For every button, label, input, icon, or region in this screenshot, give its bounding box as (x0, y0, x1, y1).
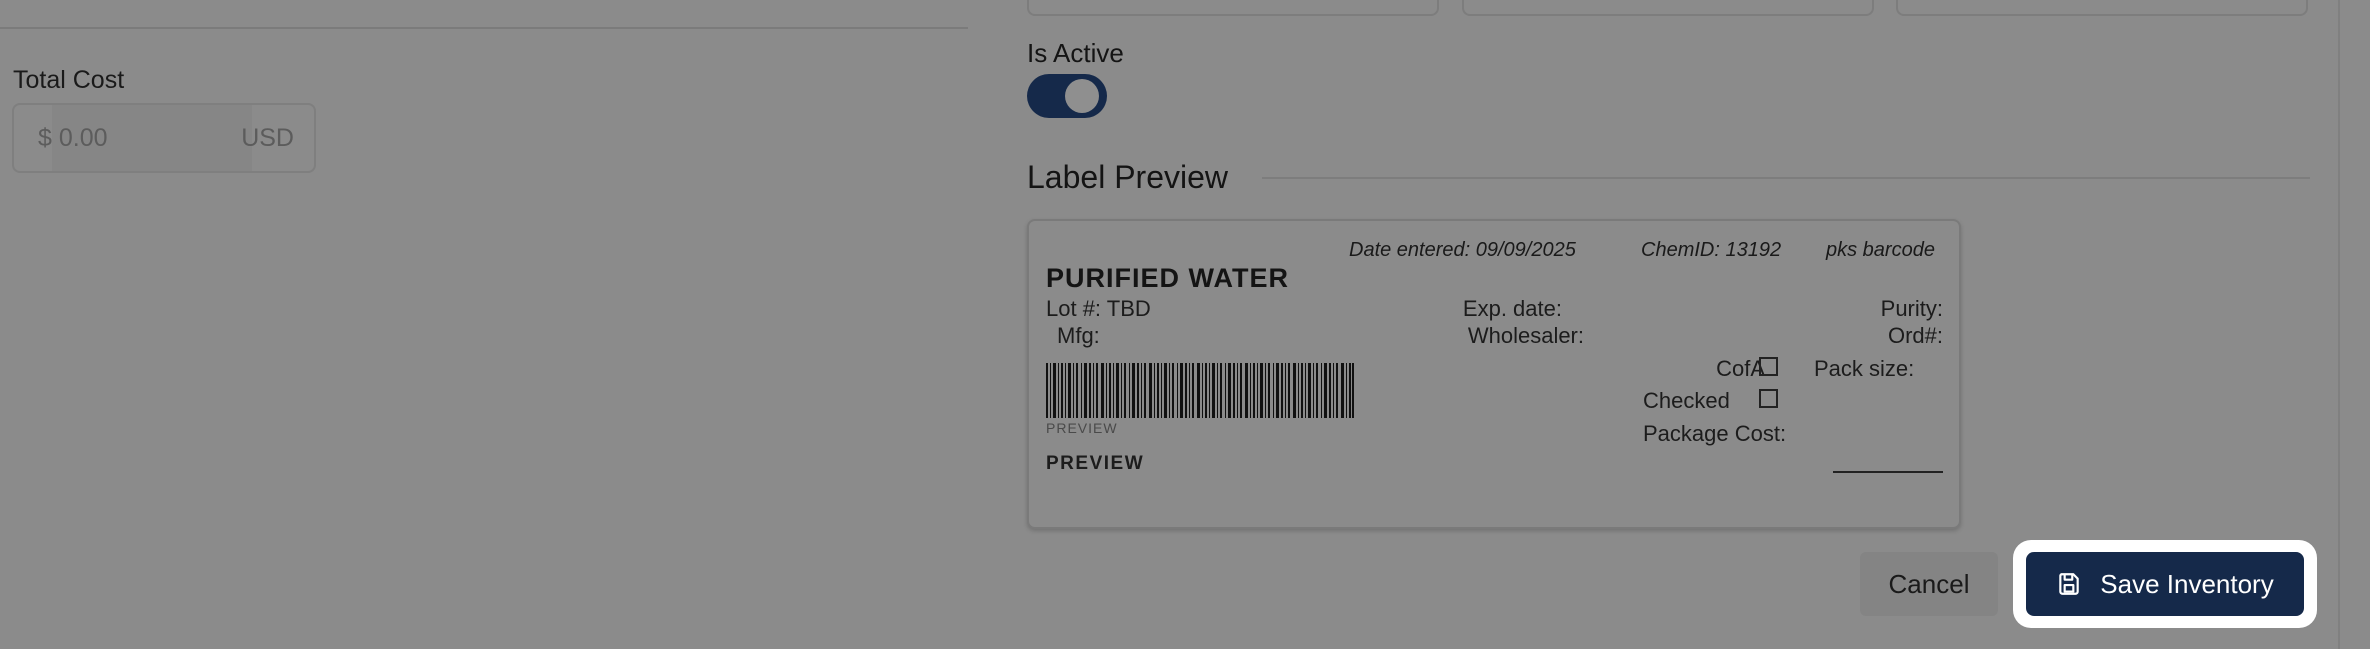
label-preview-card: Date entered: 09/09/2025 ChemID: 13192 p… (1027, 219, 1961, 529)
field-box[interactable] (1896, 0, 2308, 16)
total-cost-field: $ 0.00 USD (12, 103, 316, 173)
label-preview-title: Label Preview (1027, 159, 1228, 195)
wholesaler-label: Wholesaler: (1467, 323, 1584, 348)
panel-edge (2338, 0, 2340, 649)
preview-text: PREVIEW (1046, 453, 1145, 474)
chem-id: ChemID: 13192 (1641, 239, 1782, 261)
toggle-knob (1065, 79, 1099, 113)
pack-size-label: Pack size: (1814, 356, 1915, 381)
exp-date-label: Exp. date: (1462, 296, 1562, 321)
purity-label: Purity: (1880, 296, 1943, 321)
checked-checkbox-icon (1759, 389, 1778, 408)
barcode-caption: PREVIEW (1046, 420, 1118, 436)
is-active-toggle[interactable] (1027, 74, 1107, 118)
floppy-disk-icon (2059, 573, 2080, 595)
section-divider (0, 27, 968, 29)
mfg-label: Mfg: (1057, 323, 1100, 348)
lot-number: Lot #: TBD (1046, 296, 1151, 321)
save-inventory-button[interactable]: Save Inventory (2026, 552, 2304, 616)
signature-line (1833, 471, 1943, 473)
field-box[interactable] (1027, 0, 1439, 16)
barcode-label: pks barcode (1826, 239, 1935, 261)
cofa-checkbox-icon (1759, 357, 1778, 376)
label-preview-divider (1262, 177, 2310, 179)
total-cost-label: Total Cost (13, 66, 125, 94)
barcode-image (1046, 363, 1354, 418)
checked-label: Checked (1643, 388, 1730, 413)
field-box[interactable] (1462, 0, 1874, 16)
date-entered: Date entered: 09/09/2025 (1349, 239, 1576, 261)
cofa-label: CofA (1716, 356, 1765, 381)
product-name: PURIFIED WATER (1046, 263, 1289, 293)
currency-suffix: USD (241, 124, 294, 152)
cancel-button[interactable]: Cancel (1860, 552, 1998, 616)
ord-label: Ord#: (1887, 323, 1943, 348)
is-active-label: Is Active (1027, 38, 1124, 68)
package-cost-label: Package Cost: (1643, 421, 1787, 446)
total-cost-input[interactable]: $ 0.00 (38, 105, 248, 171)
save-inventory-label: Save Inventory (2100, 568, 2274, 599)
